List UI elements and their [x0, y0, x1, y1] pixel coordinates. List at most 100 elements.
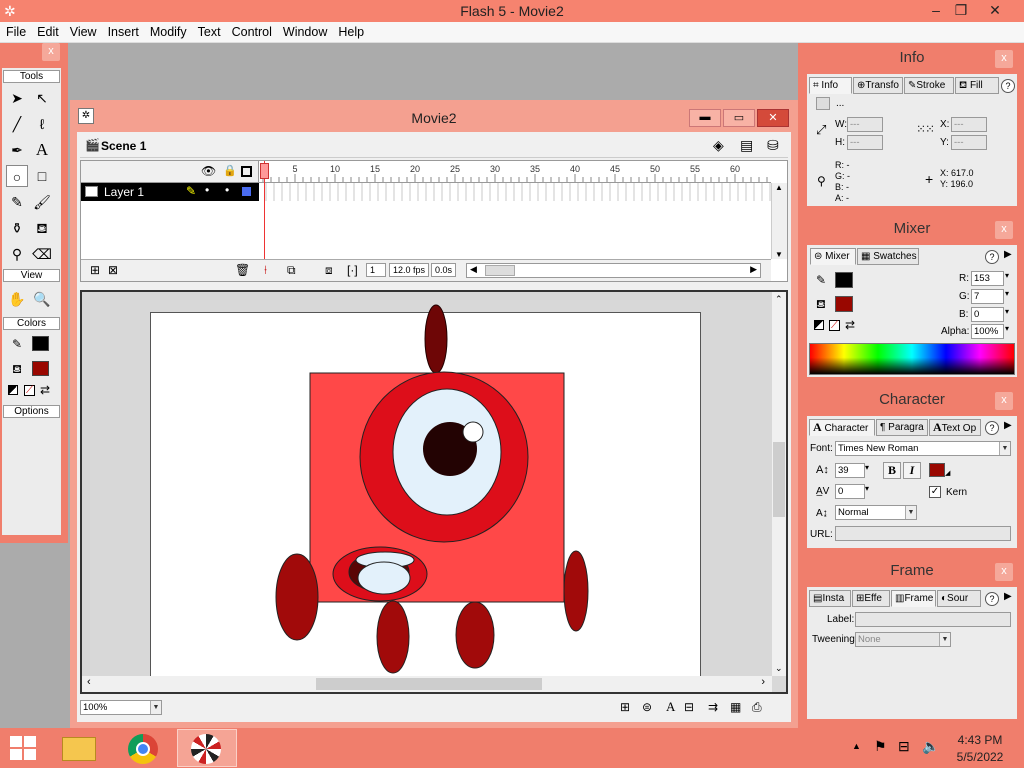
center-frame-icon[interactable]: ⍿ [264, 263, 267, 278]
rectangle-tool-icon[interactable]: □ [31, 165, 53, 187]
character-tab-character[interactable]: A Character [809, 419, 875, 436]
info-help-icon[interactable]: ? [1001, 79, 1015, 93]
edit-multiple-frames-icon[interactable]: ⧈ [325, 263, 333, 278]
character-help-icon[interactable]: ? [985, 421, 999, 435]
show-layers-eye-icon[interactable]: 👁 [201, 164, 216, 178]
eyedropper-tool-icon[interactable]: ⚲ [6, 243, 28, 265]
actions-launcher-icon[interactable]: ⇉ [708, 700, 718, 714]
edit-scene-icon[interactable]: ◈ [713, 137, 724, 154]
stage-h-thumb[interactable] [316, 678, 542, 690]
action-center-flag-icon[interactable]: ⚑ [874, 738, 887, 755]
line-tool-icon[interactable]: ╱ [6, 113, 28, 135]
mixer-b-field[interactable]: 0 [971, 307, 1004, 322]
layer-visible-dot[interactable]: • [205, 183, 209, 197]
delete-layer-icon[interactable]: 🗑 [235, 263, 250, 277]
instance-launcher-icon[interactable]: ⊟ [684, 700, 694, 714]
info-launcher-icon[interactable]: ⊞ [620, 700, 630, 714]
file-explorer-taskbar-icon[interactable] [50, 729, 110, 767]
menu-text[interactable]: Text [192, 22, 226, 39]
mixer-g-field[interactable]: 7 [971, 289, 1004, 304]
ink-bottle-tool-icon[interactable]: ⚱ [6, 217, 28, 239]
italic-button[interactable]: I [903, 462, 921, 479]
pencil-tool-icon[interactable]: ✎ [6, 191, 28, 213]
flash-taskbar-icon[interactable] [177, 729, 237, 767]
info-y-field[interactable]: --- [951, 135, 987, 150]
frame-label-field[interactable] [855, 612, 1011, 627]
clock-date[interactable]: 5/5/2022 [955, 750, 1005, 764]
lasso-tool-icon[interactable]: ℓ [31, 113, 53, 135]
tracking-arrow-icon[interactable]: ▾ [865, 484, 869, 493]
mixer-launcher-icon[interactable]: ⊜ [642, 700, 652, 714]
mixer-tab-swatches[interactable]: ▦ Swatches [857, 248, 919, 265]
no-color-icon[interactable]: ⟋ [24, 385, 35, 396]
left-leg[interactable] [376, 600, 410, 674]
zoom-tool-icon[interactable]: 🔍 [31, 288, 53, 310]
eraser-tool-icon[interactable]: ⌫ [31, 243, 53, 265]
character-launcher-icon[interactable]: A [666, 699, 675, 715]
insert-layer-icon[interactable]: ⊞ [90, 263, 100, 277]
menu-insert[interactable]: Insert [102, 22, 144, 39]
stage-scroll-up-icon[interactable]: ⌃ [775, 294, 783, 305]
eye-highlight[interactable] [462, 421, 484, 443]
hand-tool-icon[interactable]: ✋ [6, 288, 28, 310]
bold-button[interactable]: B [883, 462, 901, 479]
outline-layers-icon[interactable] [241, 166, 252, 177]
menu-view[interactable]: View [64, 22, 102, 39]
fill-color-swatch[interactable] [32, 361, 49, 376]
character-menu-icon[interactable]: ▶ [1004, 420, 1012, 431]
layer-row[interactable]: Layer 1 ✎ • • [81, 183, 259, 201]
scroll-up-icon[interactable]: ▲ [775, 183, 783, 192]
zoom-dropdown-icon[interactable]: ▼ [150, 701, 161, 714]
scene-name[interactable]: Scene 1 [101, 139, 146, 153]
character-tab-paragraph[interactable]: ¶ Paragra [876, 419, 928, 436]
numberblock-drawing[interactable] [82, 292, 772, 680]
mixer-close-icon[interactable]: x [995, 221, 1013, 239]
scroll-thumb[interactable] [485, 265, 515, 276]
mixer-no-color-icon[interactable]: ⟋ [829, 320, 840, 331]
onion-markers-icon[interactable]: [·] [347, 263, 358, 277]
edit-symbol-icon[interactable]: ▤ [740, 137, 753, 154]
text-color-arrow-icon[interactable]: ◢ [945, 469, 950, 477]
info-registration-icon[interactable]: ⁙⁙ [916, 122, 935, 136]
menu-window[interactable]: Window [277, 22, 332, 39]
info-w-field[interactable]: --- [847, 117, 883, 132]
frame-close-icon[interactable]: x [995, 563, 1013, 581]
info-tab-transform[interactable]: ⊕Transfo [853, 77, 903, 94]
mixer-r-field[interactable]: 153 [971, 271, 1004, 286]
info-close-icon[interactable]: x [995, 50, 1013, 68]
movie-close-icon[interactable]: ✕ [757, 109, 789, 127]
mixer-b-arrow-icon[interactable]: ▾ [1005, 307, 1009, 316]
stage-scroll-left-icon[interactable]: ‹ [87, 676, 91, 688]
swap-colors-icon[interactable]: ⇄ [40, 383, 50, 397]
menu-control[interactable]: Control [226, 22, 277, 39]
stage-h-scrollbar[interactable]: ‹ › [82, 676, 772, 692]
tracking-field[interactable]: 0 [835, 484, 865, 499]
mixer-fill-swatch[interactable] [835, 296, 853, 312]
timeline-v-scrollbar[interactable]: ▲ ▼ [771, 183, 787, 259]
mixer-help-icon[interactable]: ? [985, 250, 999, 264]
antenna[interactable] [424, 304, 448, 374]
info-tab-fill[interactable]: ⛾ Fill [955, 77, 999, 94]
text-color-swatch[interactable] [929, 463, 945, 477]
timeline-h-scrollbar[interactable]: ◀ ▶ [466, 263, 761, 278]
stage-v-thumb[interactable] [773, 442, 785, 517]
library-launcher-icon[interactable]: ⎙ [752, 700, 762, 715]
scroll-right-icon[interactable]: ▶ [750, 264, 757, 275]
info-x-field[interactable]: --- [951, 117, 987, 132]
stage-scroll-down-icon[interactable]: ⌄ [775, 663, 783, 674]
layer-lock-dot[interactable]: • [225, 183, 229, 197]
info-tab-stroke[interactable]: ✎Stroke [904, 77, 954, 94]
movie-restore-icon[interactable]: ▭ [723, 109, 755, 127]
font-size-field[interactable]: 39 [835, 463, 865, 478]
frame-row[interactable] [259, 183, 771, 201]
info-tab-info[interactable]: ⌗ Info [809, 77, 852, 94]
stage-v-scrollbar[interactable]: ⌃ ⌄ [772, 292, 786, 676]
mixer-r-arrow-icon[interactable]: ▾ [1005, 271, 1009, 280]
clock-time[interactable]: 4:43 PM [955, 733, 1005, 747]
baseline-dropdown-icon[interactable]: ▼ [905, 506, 916, 519]
font-dropdown-icon[interactable]: ▼ [999, 442, 1010, 455]
font-size-arrow-icon[interactable]: ▾ [865, 463, 869, 472]
menu-file[interactable]: File [0, 22, 31, 39]
lock-layers-icon[interactable]: 🔒 [223, 164, 237, 177]
character-tab-text-options[interactable]: AText Op [929, 419, 981, 436]
